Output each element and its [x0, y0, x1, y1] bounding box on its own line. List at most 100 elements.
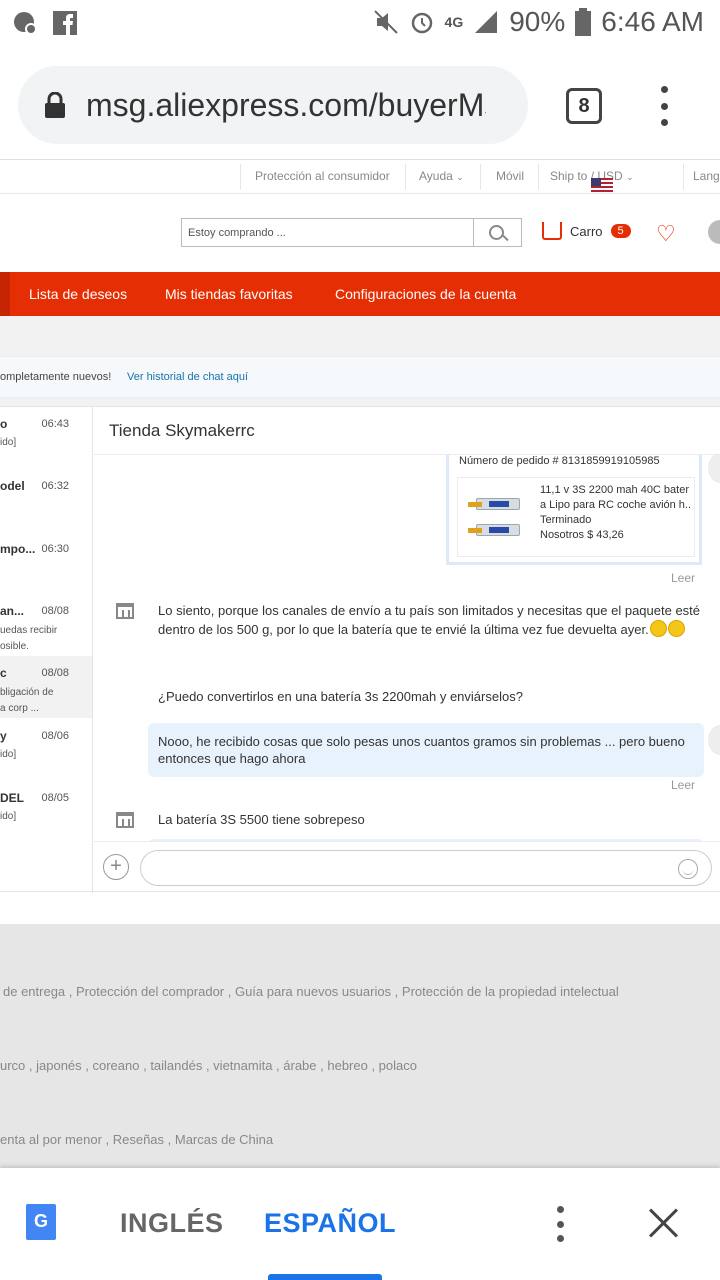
store-icon [116, 603, 134, 619]
cart-count-badge: 5 [610, 224, 631, 238]
search-input[interactable]: Estoy comprando ... [181, 218, 474, 247]
battery-percent: 90% [509, 6, 566, 37]
list-item[interactable]: DEL 08/05 ido] [0, 781, 92, 843]
signal-icon [475, 11, 498, 33]
ship-to-selector[interactable]: Ship to / USD ⌄ [550, 169, 634, 192]
read-receipt: Leer [671, 778, 696, 792]
chat-history-link[interactable]: Ver historial de chat aquí [127, 371, 248, 383]
spacer [0, 398, 720, 406]
battery-icon [575, 8, 592, 36]
chat-window: Tienda Skymakerrc Número de pedido # 813… [94, 407, 720, 893]
top-nav: Protección al consumidor Ayuda ⌄ Móvil S… [0, 160, 720, 194]
cart-button[interactable]: Carro 5 [542, 222, 631, 240]
conversation-list: o 06:43 ido] odel 06:32 mpo... 06:30 an.… [0, 407, 93, 893]
store-icon [116, 812, 134, 828]
spacer [0, 316, 720, 356]
conversation-preview: bligación de [0, 687, 54, 698]
translate-menu-icon[interactable] [552, 1206, 568, 1242]
language-source-tab[interactable]: INGLÉS [120, 1208, 224, 1239]
conversation-time: 06:30 [41, 543, 69, 555]
conversation-time: 06:43 [41, 418, 69, 430]
nav-favorite-stores[interactable]: Mis tiendas favoritas [165, 286, 293, 302]
nav-accent [0, 272, 10, 316]
message-bubble: Nooo, he recibido cosas que solo pesas u… [148, 723, 704, 777]
list-item[interactable]: c 08/08 bligación de a corp ... [0, 656, 92, 718]
emoji-picker-icon[interactable] [678, 859, 698, 879]
status-bar: 4G 90% 6:46 AM [0, 0, 720, 48]
conversation-time: 06:32 [41, 480, 69, 492]
chevron-down-icon: ⌄ [626, 172, 634, 182]
translate-logo-g: G [26, 1204, 56, 1240]
translate-bar: G 文 INGLÉS ESPAÑOL [0, 1168, 720, 1280]
page-footer: de entrega , Protección del comprador , … [0, 920, 720, 1168]
message-input[interactable] [140, 850, 712, 886]
message-composer: + [94, 841, 720, 893]
url-text[interactable]: msg.aliexpress.com/buyerMsg [86, 87, 486, 124]
conversation-name: DEL [0, 791, 24, 805]
order-price: Nosotros $ 43,26 [540, 529, 624, 541]
read-receipt: Leer [671, 571, 696, 585]
wishlist-heart-icon[interactable]: ♡ [656, 221, 676, 247]
language-selector[interactable]: Lang [693, 169, 720, 183]
consumer-protection-link[interactable]: Protección al consumidor [255, 169, 390, 183]
list-item[interactable]: mpo... 06:30 [0, 532, 92, 594]
avatar [708, 725, 720, 755]
list-item[interactable]: y 08/06 ido] [0, 719, 92, 781]
location-icon [14, 12, 37, 35]
conversation-name: o [0, 417, 8, 431]
conversation-name: an... [0, 604, 25, 618]
footer-languages[interactable]: urco , japonés , coreano , tailandés , v… [0, 1058, 417, 1073]
conversation-time: 08/06 [41, 730, 69, 742]
alarm-icon [411, 12, 432, 34]
emoji-icon [667, 620, 685, 637]
emoji-icon [649, 620, 667, 637]
close-icon[interactable] [646, 1204, 682, 1240]
order-product[interactable]: 11,1 v 3S 2200 mah 40C baterí a Lipo par… [457, 477, 695, 557]
conversation-preview: ido] [0, 749, 17, 760]
conversation-preview: osible. [0, 641, 29, 652]
conversation-time: 08/08 [41, 605, 69, 617]
language-target-tab[interactable]: ESPAÑOL [264, 1208, 396, 1239]
nav-account-settings[interactable]: Configuraciones de la cuenta [335, 286, 516, 302]
avatar [708, 455, 720, 483]
conversation-preview: a corp ... [0, 703, 39, 714]
footer-links[interactable]: de entrega , Protección del comprador , … [3, 984, 619, 999]
web-page: Protección al consumidor Ayuda ⌄ Móvil S… [0, 160, 720, 1168]
conversation-name: odel [0, 479, 25, 493]
browser-menu-icon[interactable] [654, 86, 674, 126]
lock-icon [45, 92, 65, 118]
us-flag-icon [590, 178, 613, 192]
conversation-preview: ido] [0, 811, 17, 822]
conversation-time: 08/08 [41, 667, 69, 679]
mobile-link[interactable]: Móvil [496, 169, 524, 183]
notice-text: ompletamente nuevos! [0, 371, 112, 383]
url-bar[interactable]: msg.aliexpress.com/buyerMsg [18, 66, 528, 144]
ship-to-label: Ship to [550, 169, 588, 183]
help-label: Ayuda [419, 169, 453, 183]
order-number: Número de pedido # 8131859919105985 [459, 455, 660, 467]
tab-switcher-button[interactable]: 8 [566, 88, 602, 124]
clock: 6:46 AM [601, 6, 704, 37]
browser-toolbar: msg.aliexpress.com/buyerMsg 8 [0, 48, 720, 160]
list-item[interactable]: an... 08/08 uedas recibir osible. [0, 594, 92, 656]
message-text: Lo siento, porque los canales de envío a… [158, 601, 718, 639]
account-nav: Lista de deseos Mis tiendas favoritas Co… [0, 272, 720, 316]
notice-bar: ompletamente nuevos! Ver historial de ch… [0, 356, 720, 398]
conversation-preview: ido] [0, 437, 17, 448]
footer-links[interactable]: enta al por menor , Reseñas , Marcas de … [0, 1132, 273, 1147]
facebook-icon [53, 11, 77, 35]
chat-panel: o 06:43 ido] odel 06:32 mpo... 06:30 an.… [0, 406, 720, 893]
list-item[interactable]: o 06:43 ido] [0, 407, 92, 469]
message-list: Número de pedido # 8131859919105985 11,1… [94, 455, 720, 841]
product-title: a Lipo para RC coche avión h... [540, 499, 690, 511]
mute-icon [373, 10, 398, 34]
nav-wishlist[interactable]: Lista de deseos [29, 286, 127, 302]
attach-plus-icon[interactable]: + [103, 854, 129, 880]
cart-label: Carro [570, 223, 603, 239]
conversation-name: mpo... [0, 542, 36, 556]
list-item[interactable]: odel 06:32 [0, 469, 92, 531]
help-link[interactable]: Ayuda ⌄ [419, 169, 464, 183]
account-avatar[interactable] [708, 220, 720, 244]
search-button[interactable] [473, 218, 522, 247]
order-card[interactable]: Número de pedido # 8131859919105985 11,1… [446, 455, 702, 565]
